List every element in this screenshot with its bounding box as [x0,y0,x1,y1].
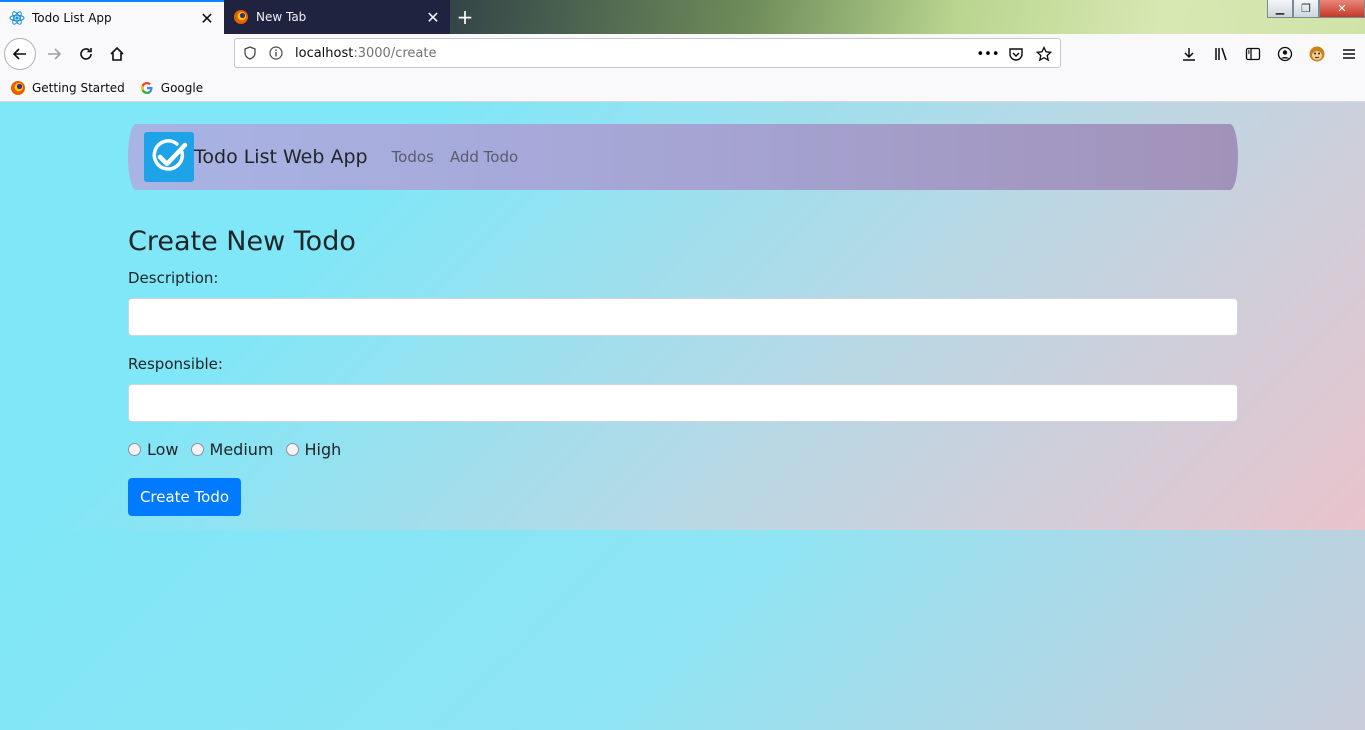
new-tab-icon[interactable]: + [452,4,478,30]
nav-link-todos[interactable]: Todos [392,148,434,166]
back-icon[interactable] [4,38,36,70]
responsible-input[interactable] [128,384,1238,422]
description-input[interactable] [128,298,1238,336]
restore-icon[interactable]: ❐ [1293,0,1319,18]
check-logo-icon[interactable] [144,132,194,182]
page-title: Create New Todo [128,226,356,257]
url-bar[interactable]: localhost:3000/create ••• [234,38,1061,68]
window-controls: ▁ ❐ ✕ [1267,0,1365,20]
google-icon [139,80,155,96]
tab-new-tab[interactable]: New Tab ✕ [224,0,450,34]
reload-icon[interactable] [70,38,102,70]
bookmarks-toolbar: Getting Started Google [0,74,1365,102]
window-close-icon[interactable]: ✕ [1319,0,1365,18]
firefox-icon [10,80,26,96]
radio-circle[interactable] [190,443,204,456]
tab-title: Todo List App [32,11,112,25]
bookmark-google[interactable]: Google [139,80,203,96]
download-icon[interactable] [1173,38,1205,70]
bookmark-star-icon[interactable] [1032,42,1056,66]
priority-medium-radio[interactable]: Medium [190,440,274,459]
url-text: localhost:3000/create [295,45,437,61]
radio-circle[interactable] [128,443,141,456]
sidebar-icon[interactable] [1237,38,1269,70]
priority-high-radio[interactable]: High [285,440,341,459]
tab-bar: Todo List App ✕ New Tab ✕ + ▁ ❐ ✕ [0,0,1365,34]
info-icon[interactable] [265,42,287,64]
more-actions-icon[interactable]: ••• [976,42,1000,66]
shield-icon[interactable] [239,42,261,64]
extension-monkey-icon[interactable] [1301,38,1333,70]
description-label: Description: [128,269,219,287]
nav-link-add-todo[interactable]: Add Todo [450,148,518,166]
create-todo-button[interactable]: Create Todo [128,478,241,516]
menu-icon[interactable] [1333,38,1365,70]
pocket-icon[interactable] [1004,42,1028,66]
priority-low-radio[interactable]: Low [128,440,179,459]
minimize-icon[interactable]: ▁ [1267,0,1293,18]
firefox-icon [233,9,249,25]
close-tab-icon[interactable]: ✕ [195,6,219,30]
home-icon[interactable] [101,38,133,70]
react-icon [9,10,25,26]
brand-title[interactable]: Todo List Web App [194,146,368,168]
account-icon[interactable] [1269,38,1301,70]
close-tab-icon[interactable]: ✕ [421,5,445,29]
responsible-label: Responsible: [128,355,223,373]
library-icon[interactable] [1205,38,1237,70]
app-navbar: Todo List Web App Todos Add Todo [128,124,1238,190]
tab-todo-list-app[interactable]: Todo List App ✕ [0,0,224,34]
radio-circle[interactable] [285,443,299,456]
tab-title: New Tab [256,10,307,24]
bookmark-getting-started[interactable]: Getting Started [10,80,125,96]
forward-icon[interactable] [38,38,70,70]
browser-toolbar: localhost:3000/create ••• [0,34,1365,74]
priority-radio-group: Low Medium High [128,440,353,459]
page-viewport: Todo List Web App Todos Add Todo Create … [0,102,1365,730]
